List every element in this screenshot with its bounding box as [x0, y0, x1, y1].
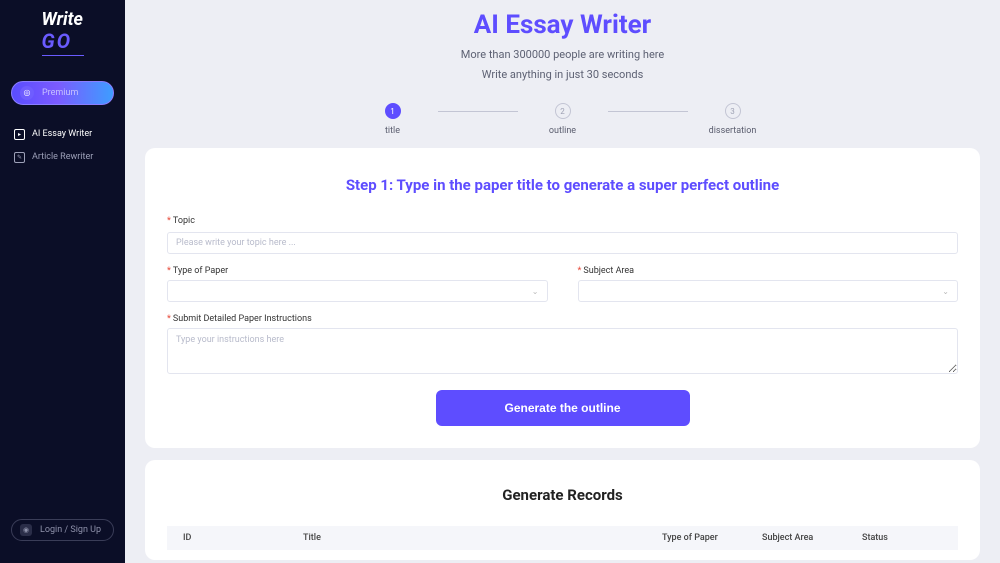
step-circle-1: 1	[385, 103, 401, 119]
instructions-field: *Submit Detailed Paper Instructions	[167, 314, 958, 378]
col-title: Title	[303, 533, 662, 543]
type-select[interactable]: ⌄	[167, 280, 548, 302]
step-label-1: title	[385, 126, 400, 136]
step-outline: 2 outline	[518, 103, 608, 136]
login-label: Login / Sign Up	[40, 525, 101, 535]
premium-icon: ◎	[20, 86, 34, 100]
step-circle-2: 2	[555, 103, 571, 119]
form-card: Step 1: Type in the paper title to gener…	[145, 148, 980, 448]
col-status: Status	[862, 533, 942, 543]
col-id: ID	[183, 533, 303, 543]
step-dissertation: 3 dissertation	[688, 103, 778, 136]
premium-label: Premium	[42, 88, 78, 98]
records-table-header: ID Title Type of Paper Subject Area Stat…	[167, 526, 958, 550]
step-title: 1 title	[348, 103, 438, 136]
essay-form: *Topic *Type of Paper ⌄ *Subject Area ⌄	[167, 216, 958, 426]
topic-input[interactable]	[167, 232, 958, 254]
logo-line1: Write	[42, 9, 83, 30]
logo-underline	[42, 55, 84, 56]
instructions-textarea[interactable]	[167, 328, 958, 374]
step-label-2: outline	[549, 126, 576, 136]
subject-field: *Subject Area ⌄	[578, 266, 959, 302]
chevron-down-icon: ⌄	[532, 287, 539, 296]
play-icon: ▸	[14, 129, 25, 140]
form-title: Step 1: Type in the paper title to gener…	[167, 176, 958, 194]
step-label-3: dissertation	[709, 126, 757, 136]
records-table: ID Title Type of Paper Subject Area Stat…	[167, 526, 958, 550]
step-circle-3: 3	[725, 103, 741, 119]
topic-label: *Topic	[167, 216, 958, 226]
col-type: Type of Paper	[662, 533, 762, 543]
subject-label: *Subject Area	[578, 266, 959, 276]
chevron-down-icon: ⌄	[942, 287, 949, 296]
type-field: *Type of Paper ⌄	[167, 266, 548, 302]
step-line	[608, 111, 688, 112]
logo: Write GO	[0, 0, 125, 66]
sidebar-item-article-rewriter[interactable]: ✎ Article Rewriter	[10, 146, 115, 169]
sidebar-item-label: Article Rewriter	[32, 152, 93, 162]
sidebar-item-essay-writer[interactable]: ▸ AI Essay Writer	[10, 123, 115, 146]
stepper: 1 title 2 outline 3 dissertation	[145, 103, 980, 136]
nav-list: ▸ AI Essay Writer ✎ Article Rewriter	[0, 123, 125, 169]
user-icon: ◉	[20, 524, 32, 536]
hero-section: AI Essay Writer More than 300000 people …	[125, 0, 1000, 136]
type-label: *Type of Paper	[167, 266, 548, 276]
hero-subtitle-2: Write anything in just 30 seconds	[145, 68, 980, 81]
login-button[interactable]: ◉ Login / Sign Up	[11, 519, 114, 541]
generate-button[interactable]: Generate the outline	[436, 390, 690, 426]
subject-select[interactable]: ⌄	[578, 280, 959, 302]
rewrite-icon: ✎	[14, 152, 25, 163]
topic-field: *Topic	[167, 216, 958, 254]
main-content: AI Essay Writer More than 300000 people …	[125, 0, 1000, 563]
records-card: Generate Records ID Title Type of Paper …	[145, 460, 980, 560]
hero-subtitle-1: More than 300000 people are writing here	[145, 48, 980, 61]
step-line	[438, 111, 518, 112]
instructions-label: *Submit Detailed Paper Instructions	[167, 314, 958, 324]
sidebar-item-label: AI Essay Writer	[32, 129, 92, 139]
premium-button[interactable]: ◎ Premium	[11, 81, 114, 105]
col-subject: Subject Area	[762, 533, 862, 543]
sidebar: Write GO ◎ Premium ▸ AI Essay Writer ✎ A…	[0, 0, 125, 563]
records-title: Generate Records	[167, 486, 958, 504]
page-title: AI Essay Writer	[145, 10, 980, 40]
logo-line2: GO	[42, 29, 73, 53]
